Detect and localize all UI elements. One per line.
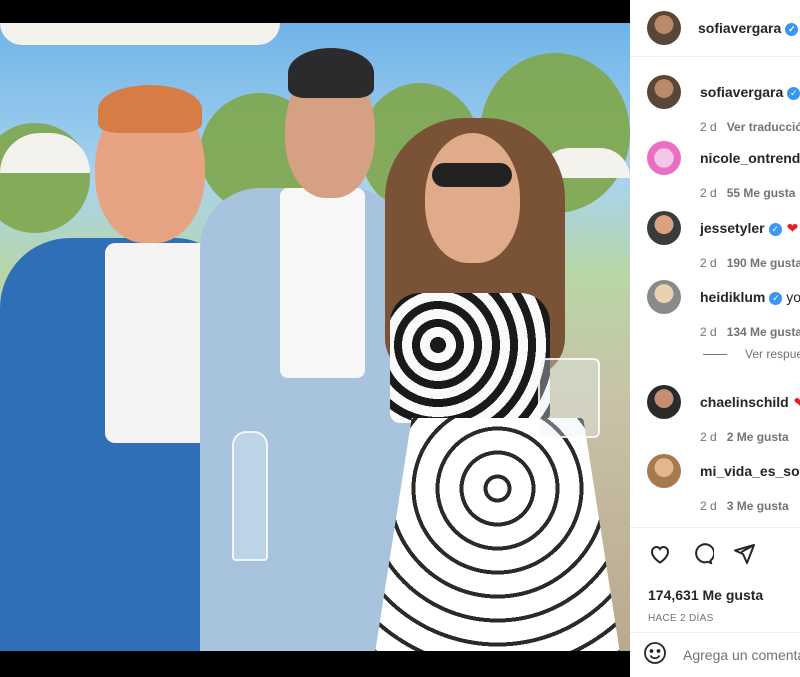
avatar[interactable] bbox=[647, 75, 681, 109]
comment-time[interactable]: 2 d bbox=[700, 499, 717, 513]
comment-username[interactable]: jessetyler bbox=[700, 220, 765, 236]
likes-count[interactable]: 174,631 Me gusta bbox=[648, 587, 763, 603]
comment-time[interactable]: 2 d bbox=[700, 186, 717, 200]
champagne-glass bbox=[232, 431, 268, 561]
caption-meta: 2 d Ver traducción bbox=[700, 120, 800, 134]
comment-likes[interactable]: 2 Me gusta bbox=[727, 430, 789, 444]
post-sidebar: sofiavergara ✓ sofiavergara ✓ 2 d Ver tradu… bbox=[630, 0, 800, 677]
comment-username[interactable]: mi_vida_es_sofi bbox=[700, 463, 800, 479]
comment-text: ❤ bbox=[793, 394, 800, 410]
person-right-head bbox=[425, 133, 520, 263]
avatar[interactable] bbox=[647, 141, 681, 175]
umbrella bbox=[0, 23, 280, 45]
comment-username[interactable]: nicole_ontrend bbox=[700, 150, 800, 166]
comment-username[interactable]: chaelinschild bbox=[700, 394, 789, 410]
comment-likes[interactable]: 134 Me gusta bbox=[727, 325, 800, 339]
translate-link[interactable]: Ver traducción bbox=[727, 120, 800, 134]
post-header: sofiavergara ✓ bbox=[630, 0, 800, 57]
comment-time[interactable]: 2 d bbox=[700, 430, 717, 444]
comment-time[interactable]: 2 d bbox=[700, 325, 717, 339]
comment-input[interactable] bbox=[683, 647, 800, 663]
comment-meta: 2 d 190 Me gusta bbox=[700, 256, 800, 270]
add-comment-bar bbox=[630, 633, 800, 677]
comment-line: heidiklum ✓ yo bbox=[700, 289, 800, 305]
avatar[interactable] bbox=[647, 454, 681, 488]
person-right-top bbox=[390, 293, 550, 423]
replies-divider bbox=[703, 353, 727, 355]
emoji-icon[interactable] bbox=[643, 641, 667, 670]
caption-time[interactable]: 2 d bbox=[700, 120, 717, 134]
comment-likes[interactable]: 3 Me gusta bbox=[727, 499, 789, 513]
verified-icon: ✓ bbox=[785, 22, 799, 36]
comment-meta: 2 d 3 Me gusta bbox=[700, 499, 789, 513]
comment-meta: 2 d 55 Me gusta bbox=[700, 186, 795, 200]
person-center-hair bbox=[288, 48, 374, 98]
verified-icon: ✓ bbox=[768, 222, 782, 236]
comment-icon[interactable] bbox=[690, 542, 716, 571]
verified-icon: ✓ bbox=[787, 86, 800, 100]
view-replies-button[interactable]: Ver respuestas bbox=[703, 347, 800, 361]
comment-likes[interactable]: 190 Me gusta bbox=[727, 256, 800, 270]
comment-line: chaelinschild ❤ bbox=[700, 394, 800, 411]
avatar[interactable] bbox=[647, 11, 681, 45]
avatar[interactable] bbox=[647, 280, 681, 314]
view-replies-label: Ver respuestas bbox=[745, 347, 800, 361]
verified-icon: ✓ bbox=[769, 291, 783, 305]
person-center-shirt bbox=[280, 188, 365, 378]
comment-line: jessetyler ✓ ❤ bbox=[700, 220, 798, 237]
post-timestamp[interactable]: HACE 2 DÍAS bbox=[648, 613, 714, 624]
caption-username[interactable]: sofiavergara bbox=[700, 84, 783, 100]
share-icon[interactable] bbox=[732, 542, 756, 571]
comment-likes[interactable]: 55 Me gusta bbox=[727, 186, 796, 200]
person-right-skirt bbox=[375, 418, 620, 651]
sunglasses bbox=[432, 163, 512, 187]
comment-text: yo bbox=[786, 289, 800, 305]
comment-meta: 2 d 134 Me gusta bbox=[700, 325, 800, 339]
action-bar bbox=[648, 542, 756, 571]
heart-icon[interactable] bbox=[648, 542, 672, 571]
comment-line: nicole_ontrend bbox=[700, 150, 800, 166]
comment-username[interactable]: heidiklum bbox=[700, 289, 765, 305]
comments-list[interactable]: sofiavergara ✓ 2 d Ver traducción nicole_o… bbox=[630, 57, 800, 527]
comment-meta: 2 d 2 Me gusta bbox=[700, 430, 789, 444]
avatar[interactable] bbox=[647, 385, 681, 419]
comment-line: mi_vida_es_sofi bbox=[700, 463, 800, 479]
comment-text: ❤ bbox=[786, 220, 799, 236]
caption-line: sofiavergara ✓ bbox=[700, 84, 800, 100]
person-left-hair bbox=[98, 85, 202, 133]
water-glass bbox=[538, 358, 600, 438]
post-photo[interactable] bbox=[0, 23, 630, 651]
avatar[interactable] bbox=[647, 211, 681, 245]
divider bbox=[630, 527, 800, 528]
post-username[interactable]: sofiavergara ✓ bbox=[698, 20, 799, 36]
comment-time[interactable]: 2 d bbox=[700, 256, 717, 270]
